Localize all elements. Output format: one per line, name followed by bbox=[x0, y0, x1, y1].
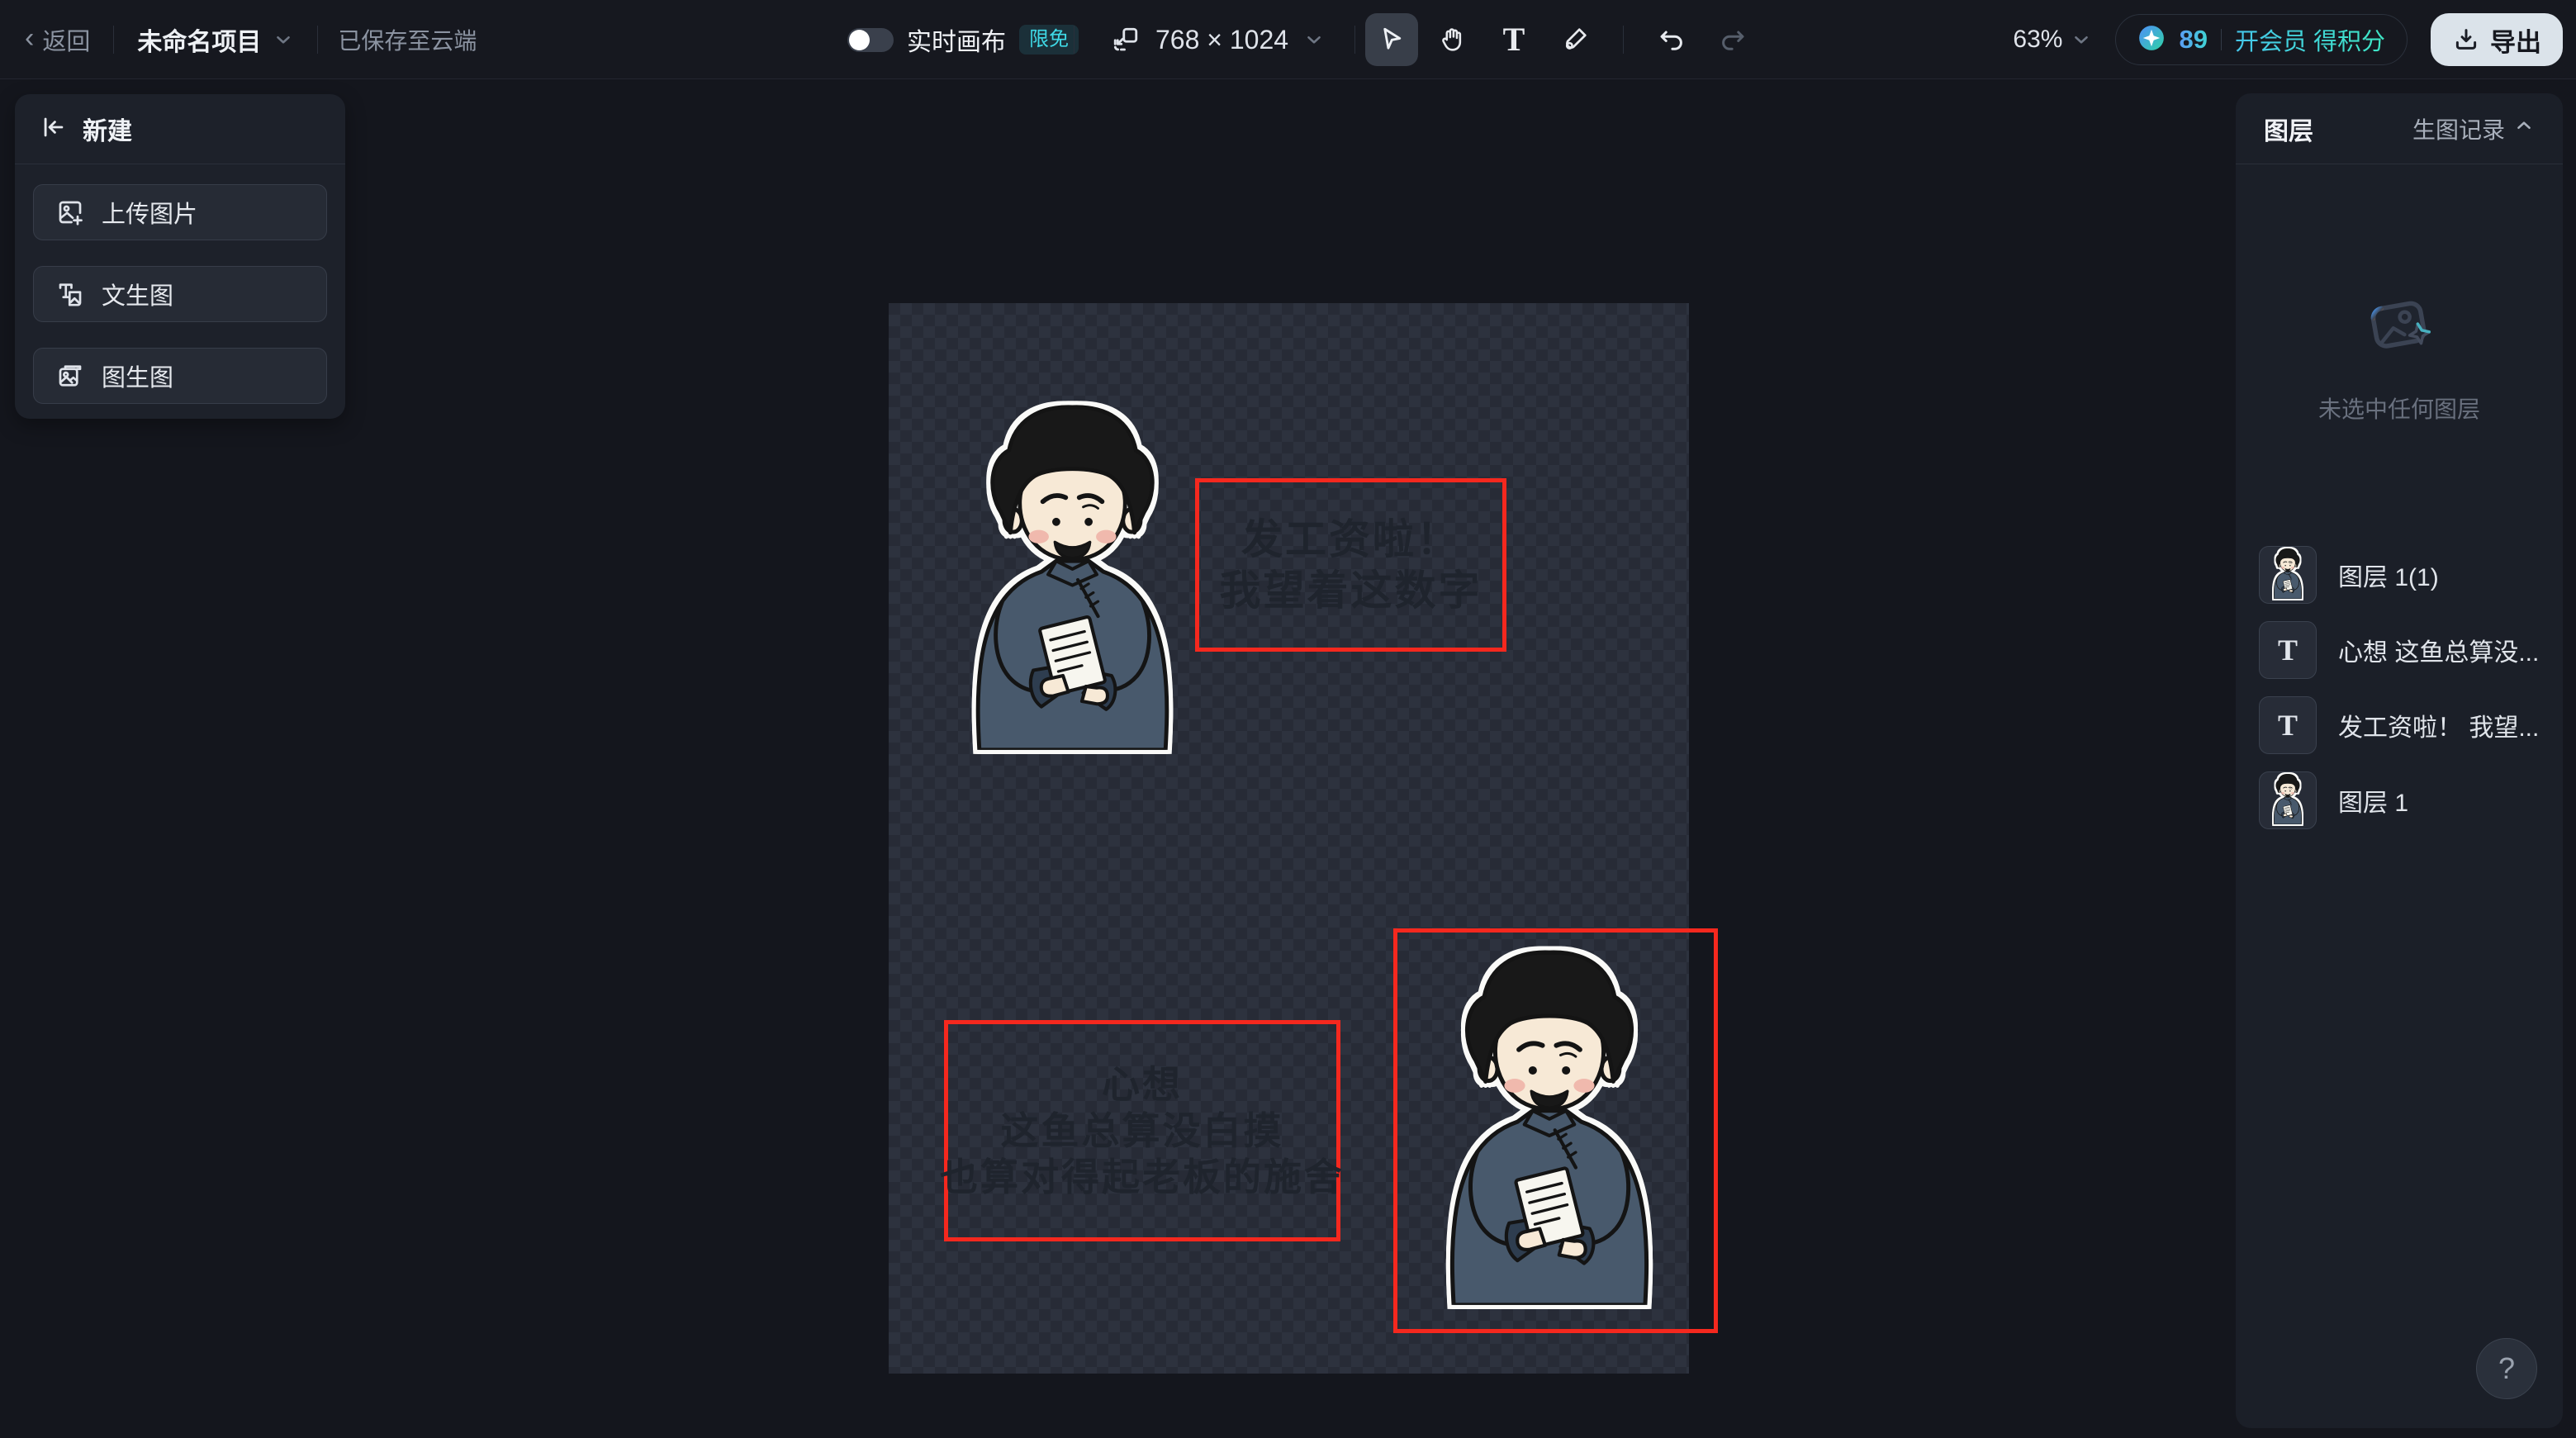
zoom-level-value: 63% bbox=[2013, 26, 2062, 54]
redo-button[interactable] bbox=[1706, 13, 1759, 66]
text-to-image-label: 文生图 bbox=[102, 277, 173, 311]
artboard[interactable]: 发工资啦！ 我望着这数字 心想 这鱼总算没白摸 也算对得起老板的施舍 bbox=[889, 303, 1689, 1374]
upload-image-button[interactable]: 上传图片 bbox=[33, 184, 327, 240]
text-layer-icon: T bbox=[2259, 696, 2317, 754]
text-tool-button[interactable]: T bbox=[1487, 13, 1540, 66]
empty-state-text: 未选中任何图层 bbox=[2318, 392, 2480, 425]
generation-history-toggle[interactable]: 生图记录 bbox=[2412, 112, 2535, 145]
text-layer-icon: T bbox=[2259, 621, 2317, 679]
divider bbox=[317, 26, 318, 54]
divider bbox=[1354, 26, 1355, 54]
divider bbox=[2221, 29, 2222, 50]
chevron-up-icon bbox=[2513, 115, 2535, 142]
select-tool-button[interactable] bbox=[1365, 13, 1418, 66]
topbar: ‹ 返回 未命名项目 已保存至云端 实时画布 限免 768 × 1024 bbox=[0, 0, 2576, 79]
text-to-image-button[interactable]: 文生图 bbox=[33, 266, 327, 322]
layer-thumbnail bbox=[2259, 771, 2317, 829]
generation-history-label: 生图记录 bbox=[2412, 112, 2505, 145]
layer-row-text-thought[interactable]: T 心想 这鱼总算没... bbox=[2259, 621, 2546, 679]
chevron-down-icon bbox=[1303, 29, 1325, 50]
back-label: 返回 bbox=[42, 22, 90, 57]
image-to-image-label: 图生图 bbox=[102, 358, 173, 393]
upload-image-label: 上传图片 bbox=[102, 195, 197, 230]
canvas-size-value: 768 × 1024 bbox=[1155, 25, 1288, 55]
empty-image-icon bbox=[2360, 284, 2439, 363]
create-panel: 新建 上传图片 文生图 bbox=[15, 94, 345, 419]
image-to-image-button[interactable]: 图生图 bbox=[33, 348, 327, 404]
layer-row-image-1[interactable]: 图层 1 bbox=[2259, 771, 2546, 829]
text-to-image-icon bbox=[55, 279, 85, 309]
chevron-down-icon bbox=[2071, 29, 2092, 50]
resize-canvas-icon bbox=[1111, 25, 1141, 55]
limited-free-badge: 限免 bbox=[1019, 25, 1079, 55]
save-status: 已保存至云端 bbox=[338, 23, 477, 56]
credits-count: 89 bbox=[2179, 25, 2207, 55]
text-line: 也算对得起老板的施舍 bbox=[940, 1154, 1345, 1200]
project-name-selector[interactable]: 未命名项目 bbox=[137, 21, 294, 58]
layer-label: 图层 1 bbox=[2338, 782, 2408, 819]
zoom-level-selector[interactable]: 63% bbox=[2013, 26, 2092, 54]
collapse-back-icon[interactable] bbox=[40, 113, 68, 145]
export-button[interactable]: 导出 bbox=[2431, 13, 2563, 66]
chevron-down-icon bbox=[273, 29, 294, 50]
help-button[interactable]: ? bbox=[2476, 1338, 2537, 1399]
text-line: 心想 bbox=[1102, 1061, 1183, 1108]
layer-thumbnail bbox=[2259, 546, 2317, 604]
layers-panel: 图层 生图记录 未选中任何图层 图层 1(1) bbox=[2236, 93, 2563, 1428]
canvas-size-selector[interactable]: 768 × 1024 bbox=[1111, 0, 1325, 79]
image-layer-selection[interactable] bbox=[1393, 928, 1718, 1333]
live-canvas-toggle[interactable] bbox=[847, 28, 894, 52]
membership-label: 开会员 得积分 bbox=[2235, 22, 2385, 57]
character-sticker-top[interactable] bbox=[971, 399, 1174, 750]
text-layer-salary[interactable]: 发工资啦！ 我望着这数字 bbox=[1195, 478, 1506, 652]
upload-image-icon bbox=[55, 197, 85, 227]
layer-label: 发工资啦！ 我望... bbox=[2338, 707, 2539, 743]
export-label: 导出 bbox=[2490, 21, 2541, 59]
brush-tool-button[interactable] bbox=[1549, 13, 1601, 66]
layer-row-image-1-1[interactable]: 图层 1(1) bbox=[2259, 546, 2546, 604]
layer-list: 图层 1(1) T 心想 这鱼总算没... T 发工资啦！ 我望... 图层 1 bbox=[2259, 546, 2546, 829]
layer-label: 图层 1(1) bbox=[2338, 557, 2439, 593]
divider bbox=[113, 26, 114, 54]
project-name: 未命名项目 bbox=[137, 21, 261, 58]
divider bbox=[1074, 26, 1075, 54]
help-label: ? bbox=[2498, 1351, 2515, 1386]
download-icon bbox=[2452, 26, 2480, 54]
text-layer-thought[interactable]: 心想 这鱼总算没白摸 也算对得起老板的施舍 bbox=[944, 1020, 1340, 1241]
undo-button[interactable] bbox=[1645, 13, 1698, 66]
layer-row-text-salary[interactable]: T 发工资啦！ 我望... bbox=[2259, 696, 2546, 754]
chevron-left-icon: ‹ bbox=[25, 24, 34, 52]
live-canvas-label: 实时画布 bbox=[907, 21, 1006, 58]
divider bbox=[1623, 26, 1624, 54]
image-to-image-icon bbox=[55, 361, 85, 391]
text-tool-icon: T bbox=[1503, 23, 1525, 56]
layers-title: 图层 bbox=[2264, 111, 2313, 147]
panel-title: 新建 bbox=[83, 111, 132, 147]
text-line: 我望着这数字 bbox=[1220, 565, 1483, 616]
credits-star-icon bbox=[2137, 24, 2166, 56]
membership-credits-pill[interactable]: 89 开会员 得积分 bbox=[2115, 14, 2408, 65]
no-selection-empty-state: 未选中任何图层 bbox=[2236, 164, 2563, 544]
hand-tool-button[interactable] bbox=[1426, 13, 1479, 66]
character-sticker-bottom[interactable] bbox=[1445, 944, 1653, 1305]
canvas-workspace[interactable]: 发工资啦！ 我望着这数字 心想 这鱼总算没白摸 也算对得起老板的施舍 bbox=[0, 79, 2576, 1438]
layer-label: 心想 这鱼总算没... bbox=[2338, 632, 2539, 668]
back-button[interactable]: ‹ 返回 bbox=[25, 22, 90, 57]
text-line: 发工资啦！ bbox=[1241, 514, 1460, 565]
text-line: 这鱼总算没白摸 bbox=[1001, 1108, 1284, 1154]
